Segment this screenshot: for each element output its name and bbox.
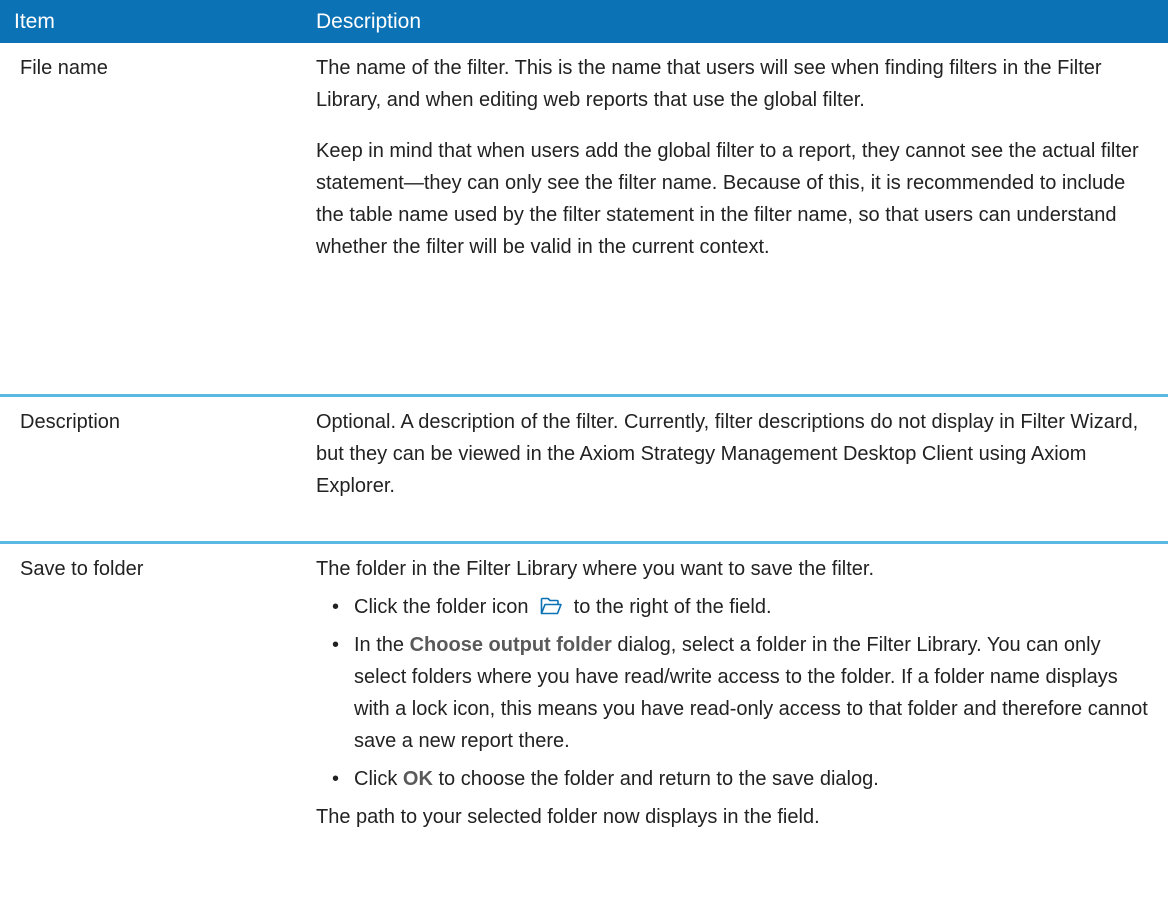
ui-label-choose-output-folder: Choose output folder (409, 634, 612, 656)
steps-list: • Click the folder icon to the right of … (316, 591, 1152, 795)
item-description-table: Item Description File name The name of t… (0, 0, 1168, 833)
step-text-after: to the right of the field. (573, 596, 772, 618)
item-cell: File name (0, 43, 316, 397)
folder-open-icon (540, 597, 562, 615)
description-paragraph: Keep in mind that when users add the glo… (316, 140, 1139, 258)
header-item: Item (0, 0, 316, 43)
description-paragraph: Optional. A description of the filter. C… (316, 411, 1139, 497)
list-item: • Click OK to choose the folder and retu… (316, 763, 1152, 795)
list-item: • In the Choose output folder dialog, se… (316, 629, 1152, 757)
table-row: File name The name of the filter. This i… (0, 43, 1168, 397)
step-text-before: Click (354, 768, 398, 790)
bullet-icon: • (332, 596, 340, 618)
table-row: Save to folder The folder in the Filter … (0, 543, 1168, 834)
description-cell: The name of the filter. This is the name… (316, 43, 1168, 397)
step-text-before: In the (354, 634, 405, 656)
step-text-before: Click the folder icon (354, 596, 529, 618)
description-paragraph: The name of the filter. This is the name… (316, 57, 1102, 111)
bullet-icon: • (332, 768, 340, 790)
step-text-after: to choose the folder and return to the s… (438, 768, 879, 790)
item-cell: Description (0, 395, 316, 544)
ui-label-ok: OK (402, 768, 433, 790)
description-outro: The path to your selected folder now dis… (316, 806, 820, 828)
bullet-icon: • (332, 634, 340, 656)
description-cell: Optional. A description of the filter. C… (316, 395, 1168, 544)
table-row: Description Optional. A description of t… (0, 395, 1168, 544)
item-cell: Save to folder (20, 558, 144, 580)
description-cell: The folder in the Filter Library where y… (316, 543, 1168, 834)
description-intro: The folder in the Filter Library where y… (316, 558, 875, 580)
table-header-row: Item Description (0, 0, 1168, 43)
header-description: Description (316, 0, 1168, 43)
list-item: • Click the folder icon to the right of … (316, 591, 1152, 623)
